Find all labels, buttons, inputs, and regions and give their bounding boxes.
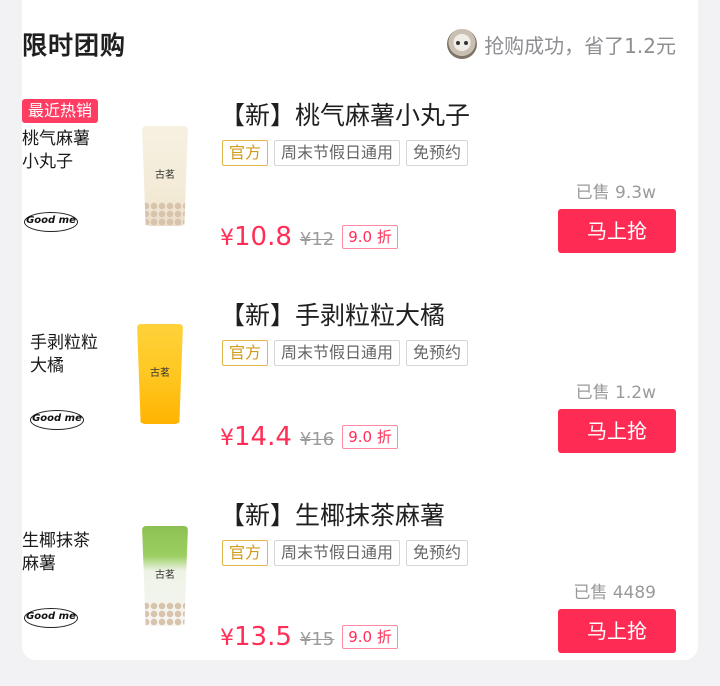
current-price: ¥14.4: [220, 422, 292, 452]
deal-item[interactable]: 手剥粒粒大橘 Good me 古茗 【新】手剥粒粒大橘 官方 周末节假日通用 免…: [22, 296, 676, 486]
original-price: ¥12: [299, 229, 335, 250]
brand-logo: Good me: [24, 212, 78, 232]
hot-sale-badge: 最近热销: [22, 99, 99, 123]
deal-item[interactable]: 生椰抹茶麻薯 Good me 古茗 【新】生椰抹茶麻薯 官方 周末节假日通用 免…: [22, 496, 676, 686]
cup-brand-label: 古茗: [150, 368, 170, 379]
official-tag: 官方: [222, 540, 269, 566]
pearls-decoration: [142, 202, 188, 226]
product-image[interactable]: 古茗: [142, 526, 188, 626]
no-reservation-tag: 免预约: [406, 540, 469, 566]
product-title[interactable]: 【新】生椰抹茶麻薯: [220, 496, 445, 532]
no-reservation-tag: 免预约: [406, 140, 469, 166]
deal-item[interactable]: 最近热销 桃气麻薯小丸子 Good me 古茗 【新】桃气麻薯小丸子 官方 周末…: [22, 96, 676, 286]
price-row: ¥13.5 ¥15 9.0 折: [220, 622, 398, 652]
brand-logo: Good me: [30, 410, 84, 430]
brand-logo: Good me: [24, 608, 78, 628]
tag-list: 官方 周末节假日通用 免预约: [222, 140, 474, 166]
purchase-notice: 抢购成功，省了1.2元: [447, 28, 676, 60]
original-price: ¥16: [299, 429, 335, 450]
section-title: 限时团购: [22, 31, 127, 60]
sold-count: 已售 9.3w: [575, 183, 656, 203]
current-price: ¥13.5: [220, 622, 292, 652]
cup-brand-label: 古茗: [155, 570, 175, 581]
buy-now-button[interactable]: 马上抢: [558, 209, 676, 253]
usage-tag: 周末节假日通用: [274, 140, 401, 166]
thumbnail-product-name: 手剥粒粒大橘: [30, 333, 98, 376]
discount-badge: 9.0 折: [342, 625, 398, 649]
discount-badge: 9.0 折: [342, 425, 398, 449]
thumbnail-product-name: 桃气麻薯小丸子: [22, 129, 90, 172]
usage-tag: 周末节假日通用: [274, 340, 401, 366]
price-row: ¥14.4 ¥16 9.0 折: [220, 422, 398, 452]
thumbnail-product-name: 生椰抹茶麻薯: [22, 531, 90, 574]
discount-badge: 9.0 折: [342, 225, 398, 249]
sold-count: 已售 1.2w: [575, 383, 656, 403]
no-reservation-tag: 免预约: [406, 340, 469, 366]
buy-now-button[interactable]: 马上抢: [558, 409, 676, 453]
price-row: ¥10.8 ¥12 9.0 折: [220, 222, 398, 252]
user-avatar: [447, 29, 478, 59]
product-image[interactable]: 古茗: [137, 324, 183, 424]
tag-list: 官方 周末节假日通用 免预约: [222, 340, 474, 366]
product-image[interactable]: 古茗: [142, 126, 188, 226]
usage-tag: 周末节假日通用: [274, 540, 401, 566]
current-price: ¥10.8: [220, 222, 292, 252]
product-title[interactable]: 【新】手剥粒粒大橘: [220, 296, 445, 332]
section-header: 限时团购 抢购成功，省了1.2元: [22, 26, 676, 62]
tag-list: 官方 周末节假日通用 免预约: [222, 540, 474, 566]
official-tag: 官方: [222, 140, 269, 166]
buy-now-button[interactable]: 马上抢: [558, 609, 676, 653]
sold-count: 已售 4489: [573, 583, 656, 603]
product-title[interactable]: 【新】桃气麻薯小丸子: [220, 96, 470, 132]
pearls-decoration: [142, 602, 188, 626]
notice-text: 抢购成功，省了1.2元: [484, 33, 676, 58]
cup-brand-label: 古茗: [155, 170, 175, 181]
official-tag: 官方: [222, 340, 269, 366]
